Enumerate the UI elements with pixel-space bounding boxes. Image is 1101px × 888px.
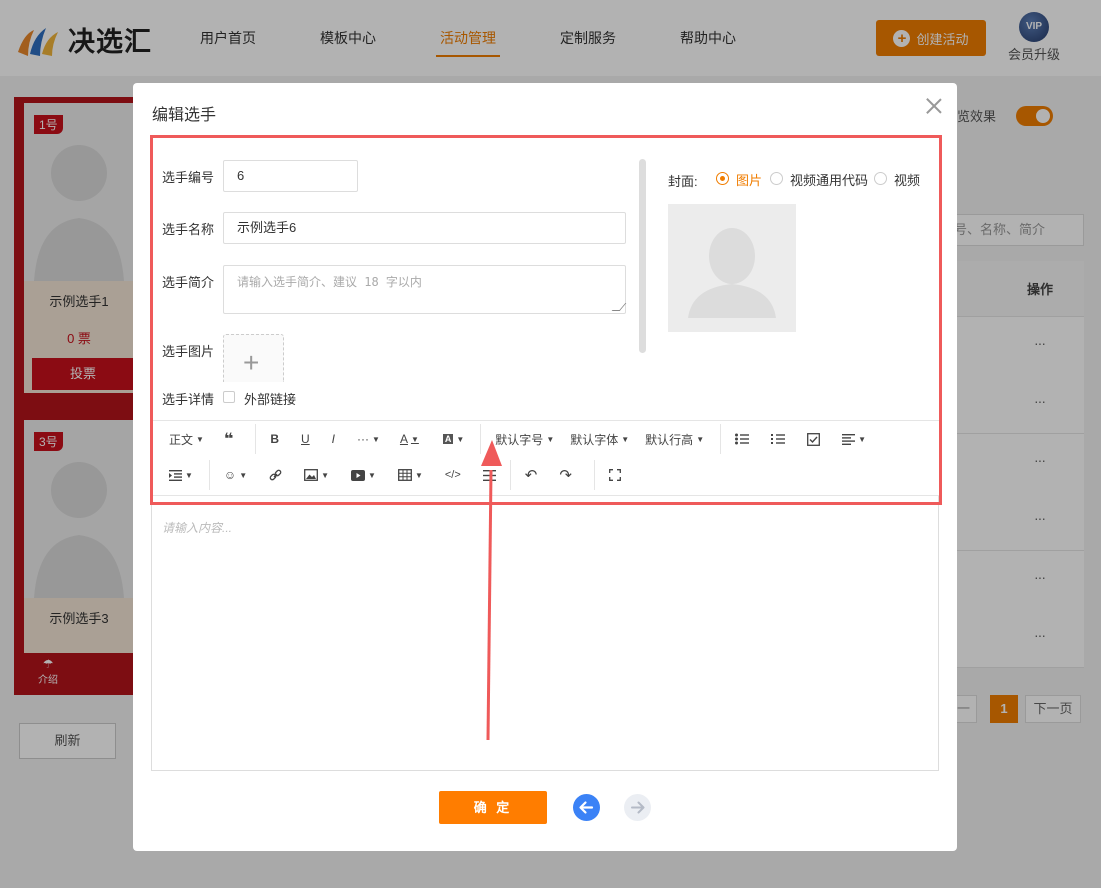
previous-contestant-button[interactable] <box>573 794 600 821</box>
rich-text-editor[interactable]: 请输入内容... <box>151 496 939 771</box>
confirm-button[interactable]: 确 定 <box>439 791 547 824</box>
editor-placeholder: 请输入内容... <box>162 521 233 535</box>
modal-title: 编辑选手 <box>152 107 217 124</box>
next-contestant-button[interactable] <box>624 794 651 821</box>
arrow-left-icon <box>579 801 594 814</box>
annotation-highlight-box <box>150 135 942 505</box>
close-icon[interactable] <box>925 97 943 115</box>
arrow-right-icon <box>631 801 645 814</box>
